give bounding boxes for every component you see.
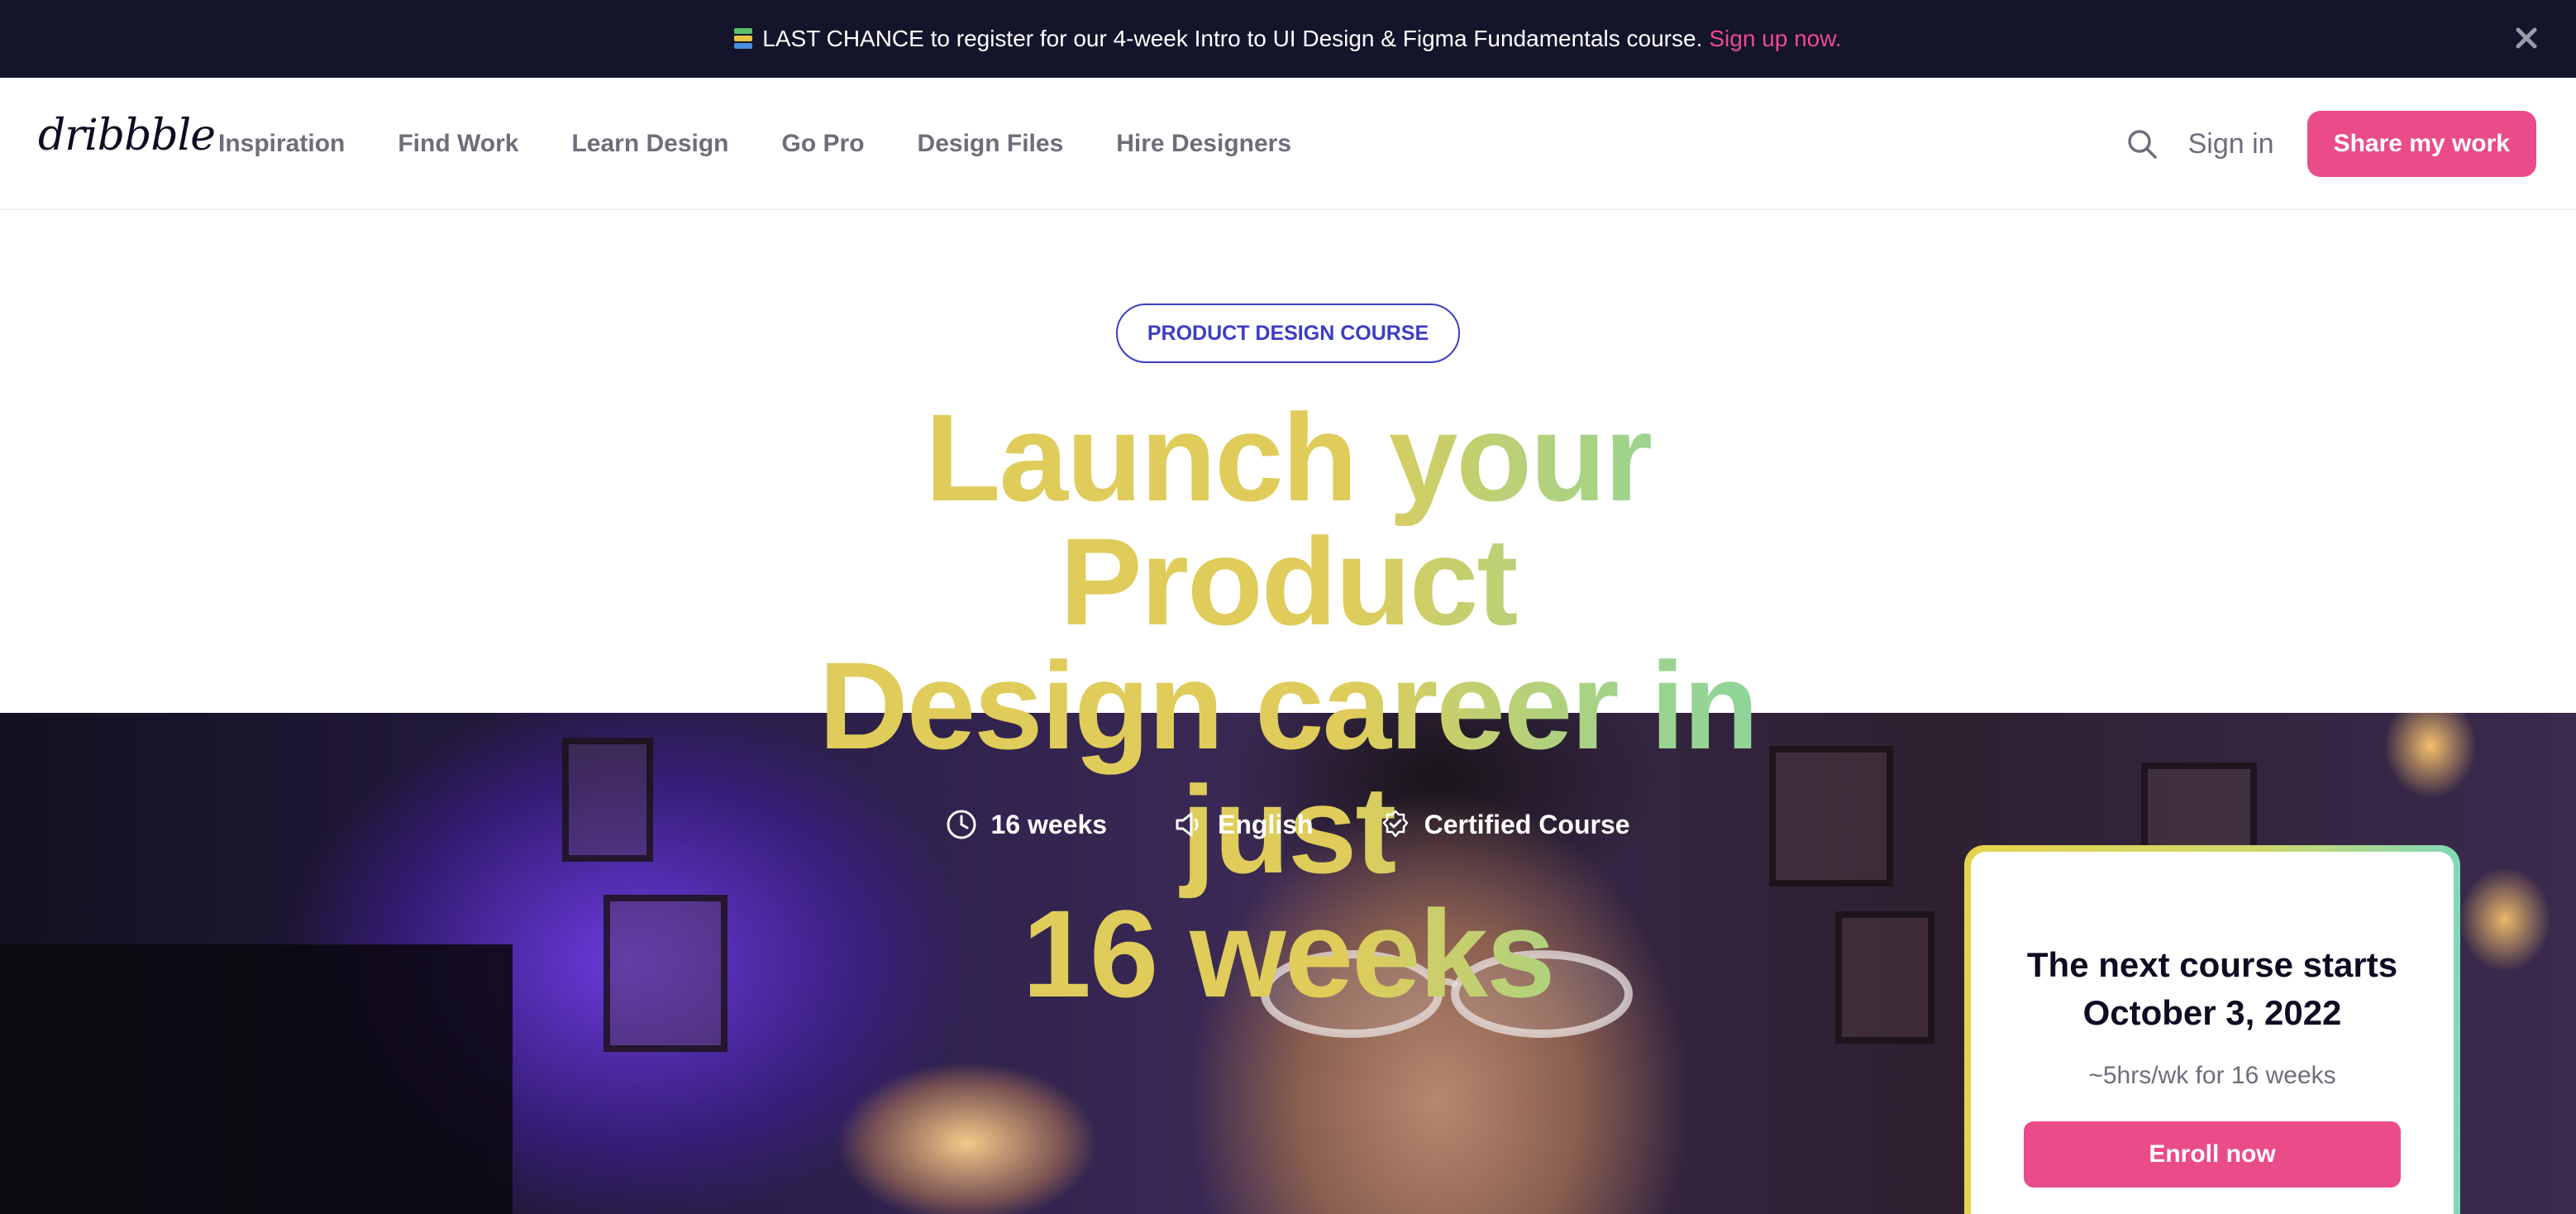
sign-in-link[interactable]: Sign in xyxy=(2188,128,2274,160)
speaker-icon xyxy=(1176,812,1199,837)
nav-actions: Sign in Share my work xyxy=(2125,78,2536,210)
announcement-bar: LAST CHANCE to register for our 4-week I… xyxy=(0,0,2576,78)
next-course-card: The next course starts October 3, 2022 ~… xyxy=(1964,845,2460,1214)
nav-link-go-pro[interactable]: Go Pro xyxy=(756,130,891,158)
books-icon xyxy=(734,28,753,50)
certified-badge-icon xyxy=(1382,810,1408,838)
wall-frame xyxy=(562,738,653,862)
meta-certified: Certified Course xyxy=(1380,809,1630,840)
meta-certified-label: Certified Course xyxy=(1424,809,1630,839)
nav-link-learn-design[interactable]: Learn Design xyxy=(545,130,755,158)
nav-link-find-work[interactable]: Find Work xyxy=(371,130,545,158)
enroll-now-button[interactable]: Enroll now xyxy=(2024,1121,2401,1188)
card-title-line: The next course starts xyxy=(2026,945,2398,984)
course-type-badge: PRODUCT DESIGN COURSE xyxy=(1116,304,1460,363)
nav-link-hire-designers[interactable]: Hire Designers xyxy=(1090,130,1318,158)
headline-line: Design career in just xyxy=(818,636,1758,899)
announcement-text: LAST CHANCE to register for our 4-week I… xyxy=(762,26,1703,51)
dribbble-logo[interactable]: dribbble xyxy=(38,111,216,160)
share-my-work-button[interactable]: Share my work xyxy=(2306,111,2536,177)
card-start-date: October 3, 2022 xyxy=(2082,993,2342,1032)
hero-headline: Launch your Product Design career in jus… xyxy=(709,395,1867,1016)
meta-duration: 16 weeks xyxy=(946,809,1107,840)
dark-foreground-object xyxy=(0,944,513,1214)
meta-duration-label: 16 weeks xyxy=(990,809,1108,839)
meta-language: English xyxy=(1173,809,1314,840)
meta-language-label: English xyxy=(1218,809,1314,839)
announcement-signup-link[interactable]: Sign up now. xyxy=(1709,26,1841,52)
card-commitment: ~5hrs/wk for 16 weeks xyxy=(2088,1062,2336,1089)
card-body: The next course starts October 3, 2022 ~… xyxy=(1971,852,2454,1214)
course-meta: 16 weeks English Certified Course xyxy=(0,809,2576,840)
close-icon[interactable] xyxy=(2510,22,2543,55)
card-title: The next course starts October 3, 2022 xyxy=(1971,941,2454,1037)
headline-line: Launch your Product xyxy=(924,388,1652,651)
main-nav: dribbble Inspiration Find Work Learn Des… xyxy=(0,78,2576,210)
headline-line: 16 weeks xyxy=(1022,884,1554,1023)
nav-link-inspiration[interactable]: Inspiration xyxy=(192,130,371,158)
clock-icon xyxy=(947,810,976,839)
nav-link-design-files[interactable]: Design Files xyxy=(891,130,1090,158)
search-icon[interactable] xyxy=(2125,127,2159,160)
nav-links: Inspiration Find Work Learn Design Go Pr… xyxy=(192,78,1318,210)
